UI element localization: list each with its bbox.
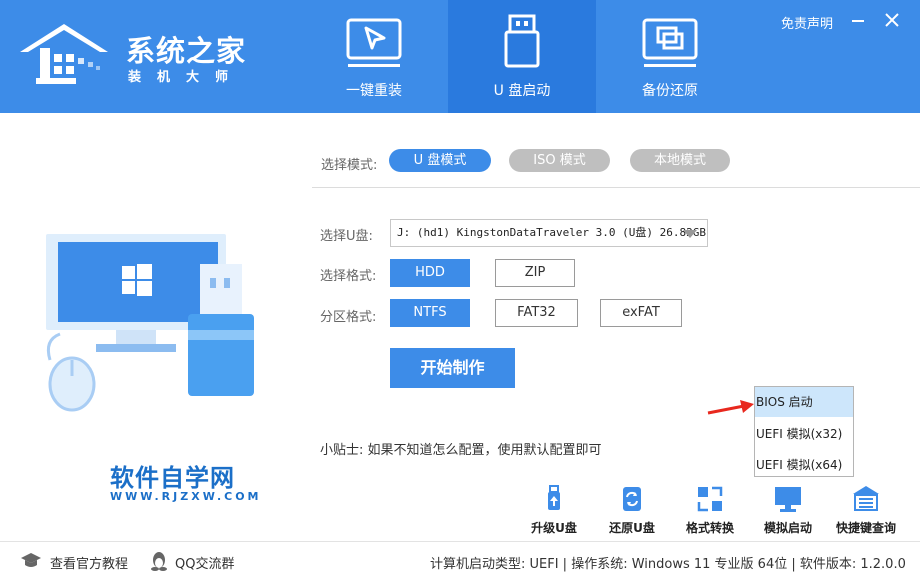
red-arrow-icon — [707, 400, 754, 415]
brand-url: WWW.RJZXW.COM — [110, 490, 262, 503]
menu-item-bios[interactable]: BIOS 启动 — [755, 387, 853, 417]
usb-label: 选择U盘: — [320, 229, 373, 244]
usb-drive-select[interactable]: J: (hd1) KingstonDataTraveler 3.0 (U盘) 2… — [390, 219, 708, 247]
tool-label: 升级U盘 — [531, 521, 577, 535]
mode-label: 选择模式: — [321, 158, 378, 173]
tool-simulate-boot[interactable]: 模拟启动 — [753, 484, 823, 536]
tool-restore-usb[interactable]: 还原U盘 — [597, 484, 667, 536]
mode-iso-button[interactable]: ISO 模式 — [509, 149, 610, 172]
menu-item-uefi-x64[interactable]: UEFI 模拟(x64) — [755, 450, 853, 480]
tab-label: 备份还原 — [642, 83, 698, 99]
tool-format-convert[interactable]: 格式转换 — [675, 484, 745, 536]
disclaimer-link[interactable]: 免责声明 — [781, 13, 833, 32]
mode-usb-button[interactable]: U 盘模式 — [389, 149, 491, 172]
partition-exfat-button[interactable]: exFAT — [600, 299, 682, 327]
footer-bar: 查看官方教程 QQ交流群 计算机启动类型: UEFI | 操作系统: Windo… — [0, 541, 920, 580]
tool-label: 格式转换 — [685, 521, 734, 535]
monitor-icon — [775, 487, 801, 512]
qq-group-link[interactable]: QQ交流群 — [175, 553, 234, 572]
usb-drive-value: J: (hd1) KingstonDataTraveler 3.0 (U盘) 2… — [397, 226, 707, 239]
tab-label: 一键重装 — [346, 83, 402, 99]
computer-usb-illustration — [46, 234, 254, 412]
partition-fat32-button[interactable]: FAT32 — [495, 299, 578, 327]
app-logo: 系统之家 装机大师 — [16, 14, 256, 94]
convert-icon — [697, 486, 723, 512]
header-bar: 系统之家 装机大师 一键重装 U 盘启动 备份还原 免责声明 — [0, 0, 920, 113]
format-zip-button[interactable]: ZIP — [495, 259, 575, 287]
boot-mode-menu: BIOS 启动 UEFI 模拟(x32) UEFI 模拟(x64) — [754, 386, 854, 477]
cursor-screen-icon — [346, 18, 402, 67]
tab-label: U 盘启动 — [493, 83, 551, 99]
status-text: 计算机启动类型: UEFI | 操作系统: Windows 11 专业版 64位… — [430, 557, 906, 572]
close-icon[interactable] — [882, 10, 902, 30]
copy-windows-icon — [642, 18, 698, 67]
chevron-down-icon — [683, 230, 697, 238]
format-hdd-button[interactable]: HDD — [390, 259, 470, 287]
menu-item-uefi-x32[interactable]: UEFI 模拟(x32) — [755, 419, 853, 449]
restore-icon — [623, 487, 641, 511]
tab-one-click-reinstall[interactable]: 一键重装 — [300, 0, 448, 113]
official-tutorial-link[interactable]: 查看官方教程 — [50, 553, 128, 572]
tool-label: 模拟启动 — [763, 521, 812, 535]
partition-label: 分区格式: — [320, 310, 377, 325]
logo-subtitle: 装机大师 — [128, 70, 245, 85]
tab-backup-restore[interactable]: 备份还原 — [596, 0, 744, 113]
usb-drive-icon — [504, 14, 540, 68]
partition-ntfs-button[interactable]: NTFS — [390, 299, 470, 327]
divider — [312, 187, 920, 188]
house-logo-icon — [20, 24, 108, 84]
tip-text: 小贴士: 如果不知道怎么配置，使用默认配置即可 — [320, 443, 602, 458]
graduation-cap-icon — [21, 553, 41, 567]
brand-watermark: 软件自学网 — [110, 464, 235, 492]
tab-usb-boot[interactable]: U 盘启动 — [448, 0, 596, 113]
mode-local-button[interactable]: 本地模式 — [630, 149, 730, 172]
start-create-button[interactable]: 开始制作 — [390, 348, 515, 388]
logo-title: 系统之家 — [126, 34, 247, 68]
qq-penguin-icon — [151, 552, 167, 571]
tool-label: 快捷键查询 — [835, 521, 896, 535]
tool-label: 还原U盘 — [609, 521, 655, 535]
tool-upgrade-usb[interactable]: 升级U盘 — [519, 484, 589, 536]
format-label: 选择格式: — [320, 269, 377, 284]
minimize-icon[interactable] — [848, 10, 868, 30]
tool-hotkey-lookup[interactable]: 快捷键查询 — [831, 484, 901, 536]
usb-upgrade-icon — [548, 485, 560, 510]
keyboard-icon — [853, 486, 879, 511]
